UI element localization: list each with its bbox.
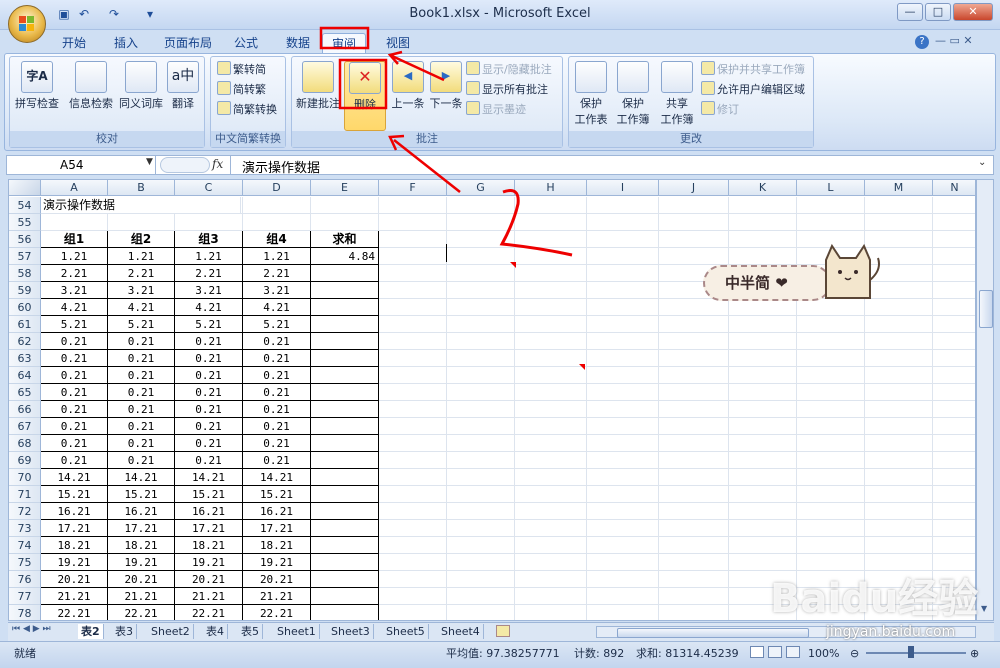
insert-sheet-icon[interactable]: [496, 625, 510, 637]
text-cursor: [446, 244, 447, 262]
sheet-tab[interactable]: 表5: [238, 624, 263, 639]
page-layout-view-icon[interactable]: [768, 646, 782, 658]
sheet-tab[interactable]: Sheet4: [438, 624, 484, 639]
sheet-tab[interactable]: 表3: [112, 624, 137, 639]
zoom-level[interactable]: 100%: [808, 644, 839, 664]
page-break-view-icon[interactable]: [786, 646, 800, 658]
office-logo-icon: [19, 16, 35, 32]
sheet-tab[interactable]: 表2: [78, 624, 104, 639]
normal-view-icon[interactable]: [750, 646, 764, 658]
sheet-tab[interactable]: Sheet3: [328, 624, 374, 639]
vertical-scroll-thumb[interactable]: [979, 290, 993, 328]
status-ready: 就绪: [14, 647, 36, 660]
status-bar: 就绪 平均值: 97.38257771 计数: 892 求和: 81314.45…: [0, 641, 1000, 668]
sheet-tab[interactable]: Sheet2: [148, 624, 194, 639]
sheet-tab[interactable]: Sheet1: [274, 624, 320, 639]
zoom-out-icon[interactable]: ⊖: [850, 644, 859, 664]
vertical-scrollbar[interactable]: ▼: [976, 179, 994, 621]
zoom-slider[interactable]: [866, 652, 966, 654]
watermark-logo: Baidu经验: [770, 576, 979, 622]
zoom-slider-thumb[interactable]: [908, 646, 914, 658]
sheet-tab[interactable]: Sheet5: [383, 624, 429, 639]
status-sum: 求和: 81314.45239: [636, 647, 739, 660]
watermark-url: jingyan.baidu.com: [826, 624, 956, 640]
scroll-down-icon[interactable]: ▼: [981, 604, 987, 613]
horizontal-scroll-thumb[interactable]: [617, 628, 809, 638]
cell[interactable]: 演示操作数据: [41, 197, 241, 214]
zoom-in-icon[interactable]: ⊕: [970, 644, 979, 664]
sheet-tab[interactable]: 表4: [203, 624, 228, 639]
office-button[interactable]: [8, 5, 46, 43]
sheet-nav-icons[interactable]: ⏮ ◀ ▶ ⏭: [12, 624, 51, 634]
status-count: 计数: 892: [574, 647, 625, 660]
status-average: 平均值: 97.38257771: [446, 647, 560, 660]
